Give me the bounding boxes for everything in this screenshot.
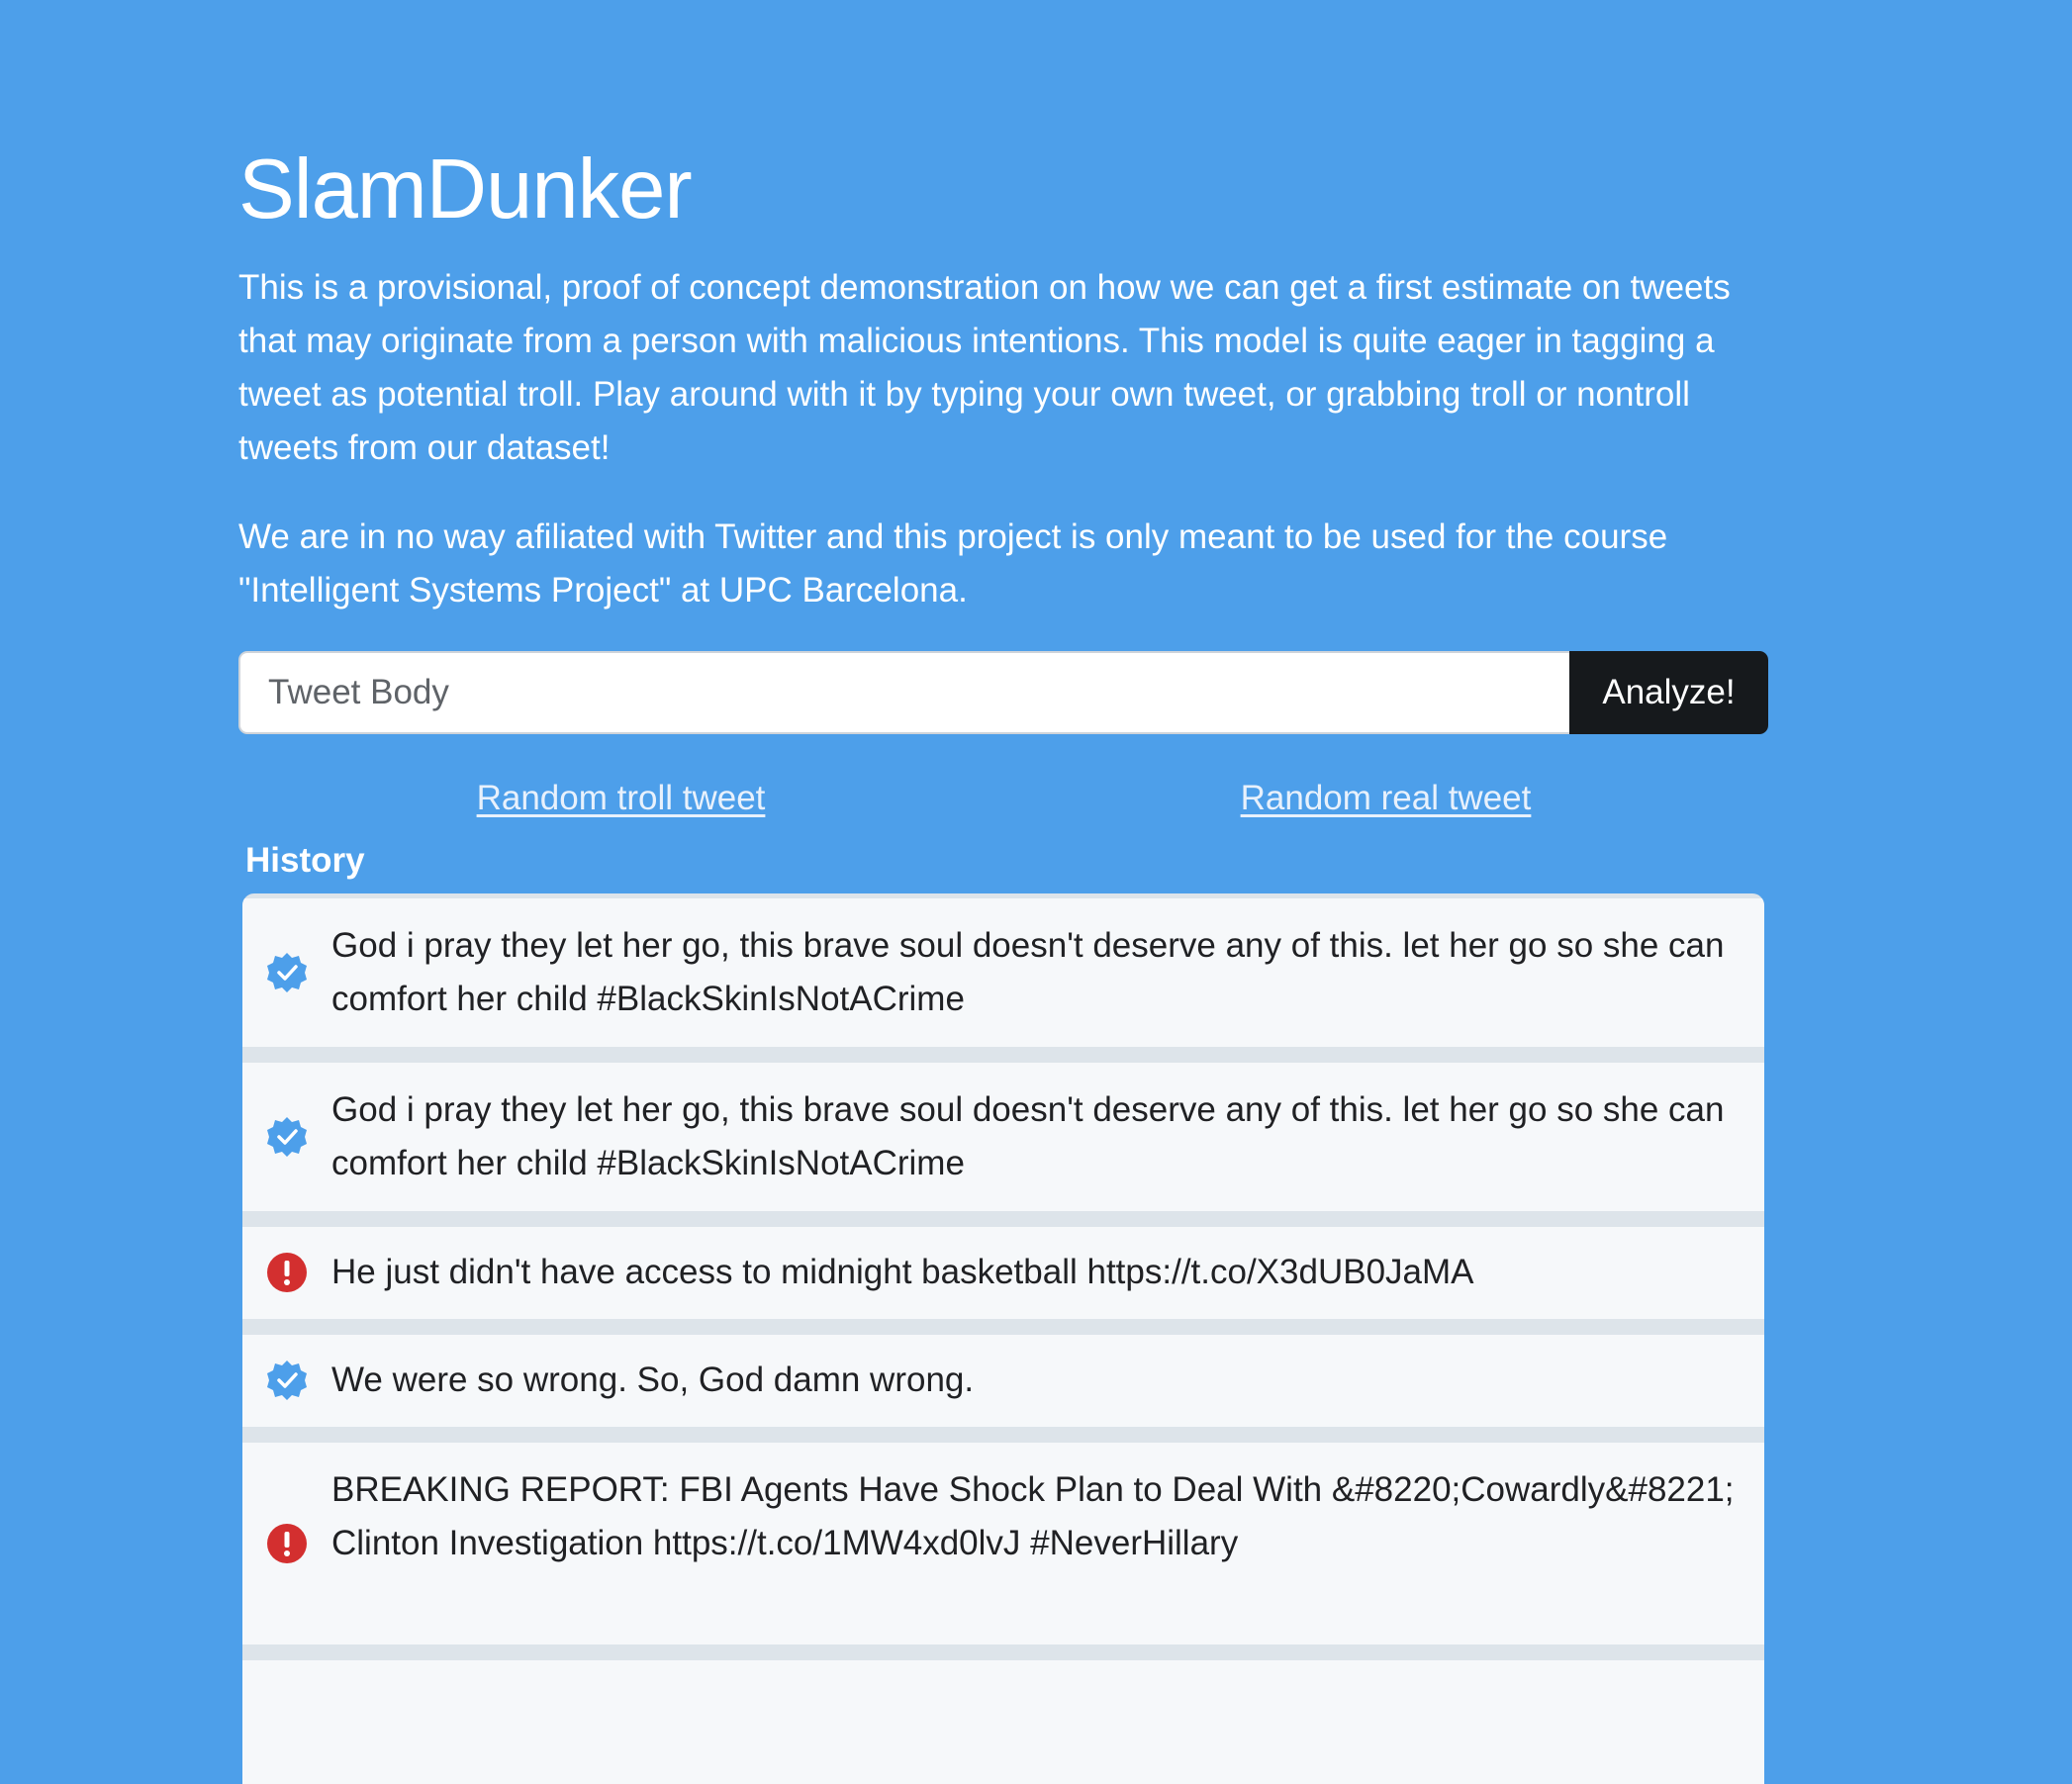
page-title: SlamDunker <box>238 142 693 236</box>
history-item-text: BREAKING REPORT: FBI Agents Have Shock P… <box>331 1470 1735 1562</box>
tweet-body-input[interactable] <box>238 651 1569 734</box>
alert-icon <box>265 1522 309 1565</box>
tweet-form: Analyze! <box>238 651 1768 734</box>
random-tweet-links: Random troll tweet Random real tweet <box>238 774 1768 823</box>
history-heading: History <box>245 841 365 880</box>
random-real-tweet-link[interactable]: Random real tweet <box>1003 774 1768 823</box>
alert-icon <box>265 1251 309 1294</box>
history-item[interactable]: God i pray they let her go, this brave s… <box>242 1063 1764 1211</box>
history-item[interactable]: BREAKING REPORT: FBI Agents Have Shock P… <box>242 1443 1764 1644</box>
history-item[interactable]: He just didn't have access to midnight b… <box>242 1227 1764 1319</box>
history-item-text: God i pray they let her go, this brave s… <box>331 1090 1725 1182</box>
intro-text: This is a provisional, proof of concept … <box>238 268 1731 467</box>
analyze-button[interactable]: Analyze! <box>1569 651 1768 734</box>
history-list: God i pray they let her go, this brave s… <box>242 893 1764 1784</box>
verified-check-icon <box>265 951 309 994</box>
verified-check-icon <box>265 1115 309 1159</box>
random-troll-tweet-link[interactable]: Random troll tweet <box>238 774 1003 823</box>
disclaimer-text: We are in no way afiliated with Twitter … <box>238 517 1668 610</box>
history-item[interactable]: We were so wrong. So, God damn wrong. <box>242 1335 1764 1427</box>
history-item-text: God i pray they let her go, this brave s… <box>331 926 1725 1018</box>
history-item[interactable]: God i pray they let her go, this brave s… <box>242 898 1764 1047</box>
history-item-text: We were so wrong. So, God damn wrong. <box>331 1361 975 1399</box>
verified-check-icon <box>265 1359 309 1402</box>
history-item-text: He just didn't have access to midnight b… <box>331 1253 1474 1291</box>
history-item[interactable] <box>242 1660 1764 1784</box>
